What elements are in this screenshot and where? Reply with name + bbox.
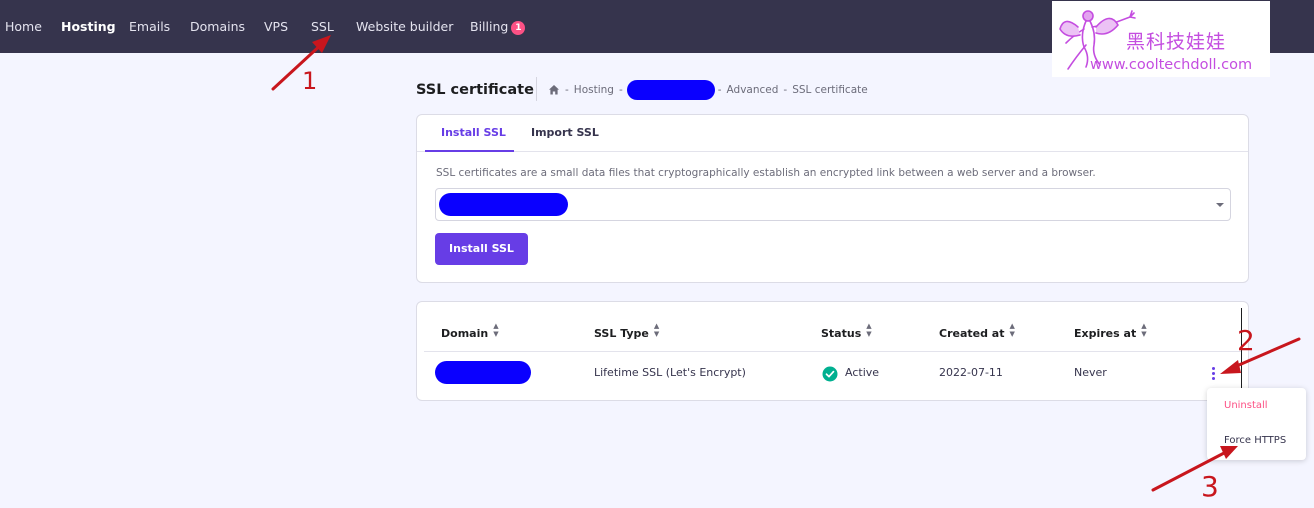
annotation-number-2: 2 — [1237, 324, 1255, 357]
row-created-at: 2022-07-11 — [939, 366, 1003, 379]
home-icon[interactable] — [548, 84, 560, 96]
ssl-tabs: Install SSL Import SSL — [417, 115, 1248, 152]
nav-emails[interactable]: Emails — [129, 19, 170, 35]
nav-billing[interactable]: Billing 1 — [470, 19, 526, 35]
column-label: Expires at — [1074, 327, 1137, 340]
nav-domains[interactable]: Domains — [190, 19, 245, 35]
row-ssl-type: Lifetime SSL (Let's Encrypt) — [594, 366, 746, 379]
tab-install-ssl[interactable]: Install SSL — [441, 126, 506, 140]
column-label: SSL Type — [594, 327, 649, 340]
ssl-table-card: Domain ▲ ▼ SSL Type ▲ ▼ Status ▲ ▼ Created at ▲… — [416, 301, 1249, 401]
row-actions-menu: Uninstall Force HTTPS — [1207, 388, 1306, 460]
uninstall-menu-item[interactable]: Uninstall — [1224, 399, 1268, 413]
domain-select[interactable] — [435, 188, 1231, 221]
column-label: Status — [821, 327, 862, 340]
page-title: SSL certificate — [416, 82, 534, 98]
breadcrumb-hosting[interactable]: Hosting — [574, 82, 614, 98]
nav-hosting[interactable]: Hosting — [61, 19, 116, 35]
sort-icon: ▲ ▼ — [1009, 322, 1015, 338]
nav-billing-label: Billing — [470, 19, 509, 34]
watermark-url: www.cooltechdoll.com — [1090, 57, 1253, 73]
install-ssl-button[interactable]: Install SSL — [435, 233, 528, 265]
column-header-expires-at[interactable]: Expires at ▲ ▼ — [1074, 322, 1147, 341]
sort-icon: ▲ ▼ — [653, 322, 660, 338]
watermark: 黑科技娃娃 www.cooltechdoll.com — [1052, 1, 1270, 77]
ssl-description: SSL certificates are a small data files … — [436, 167, 1096, 179]
column-header-status[interactable]: Status ▲ ▼ — [821, 322, 872, 341]
breadcrumb: - Hosting - - Advanced - SSL certificate — [548, 80, 872, 100]
annotation-number-1: 1 — [302, 67, 318, 95]
check-circle-icon — [822, 366, 838, 382]
active-tab-indicator — [425, 150, 514, 152]
watermark-text: 黑科技娃娃 — [1126, 31, 1227, 53]
breadcrumb-advanced[interactable]: Advanced — [727, 82, 779, 98]
breadcrumb-separator: - — [783, 84, 788, 96]
column-label: Domain — [441, 327, 489, 340]
tab-import-ssl[interactable]: Import SSL — [531, 126, 599, 140]
table-header-divider — [424, 351, 1241, 352]
install-ssl-card: Install SSL Import SSL SSL certificates … — [416, 114, 1249, 283]
redacted-domain[interactable] — [626, 80, 715, 100]
title-divider — [536, 77, 537, 101]
more-actions-icon[interactable] — [1208, 365, 1220, 383]
breadcrumb-separator: - — [717, 84, 722, 96]
column-header-ssl-type[interactable]: SSL Type ▲ ▼ — [594, 322, 659, 341]
row-expires-at: Never — [1074, 366, 1107, 379]
nav-home[interactable]: Home — [5, 19, 42, 35]
breadcrumb-current: SSL certificate — [792, 84, 868, 96]
sort-icon: ▲ ▼ — [1141, 322, 1147, 338]
column-header-domain[interactable]: Domain ▲ ▼ — [441, 322, 499, 341]
redacted-selected-domain — [439, 193, 568, 216]
annotation-number-3: 3 — [1201, 470, 1219, 503]
column-header-created-at[interactable]: Created at ▲ ▼ — [939, 322, 1015, 341]
nav-website-builder[interactable]: Website builder — [356, 19, 453, 35]
nav-vps[interactable]: VPS — [264, 19, 288, 35]
chevron-down-icon — [1216, 203, 1224, 207]
nav-ssl[interactable]: SSL — [311, 19, 334, 35]
breadcrumb-separator: - — [618, 84, 623, 96]
billing-badge: 1 — [511, 21, 526, 35]
sort-icon: ▲ ▼ — [493, 322, 499, 338]
sort-icon: ▲ ▼ — [866, 322, 872, 338]
force-https-menu-item[interactable]: Force HTTPS — [1224, 434, 1286, 448]
redacted-row-domain — [435, 361, 531, 384]
breadcrumb-separator: - — [565, 84, 569, 96]
column-label: Created at — [939, 327, 1005, 340]
row-status: Active — [845, 366, 880, 379]
